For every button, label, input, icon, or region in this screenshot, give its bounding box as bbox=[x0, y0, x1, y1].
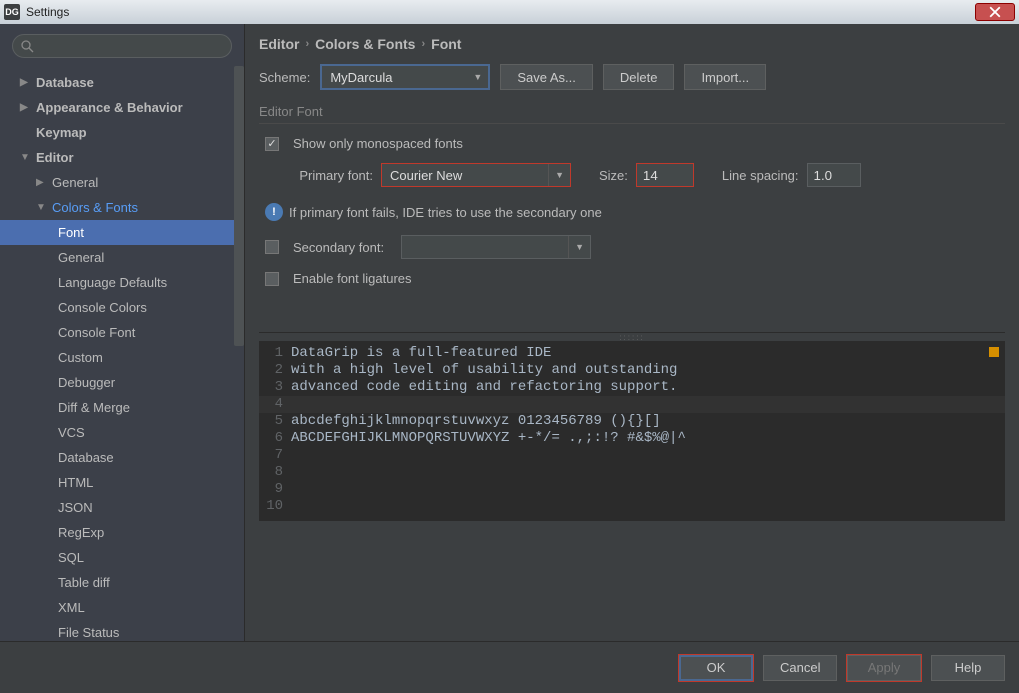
search-input[interactable] bbox=[12, 34, 232, 58]
preview-resize-handle[interactable]: :::::: bbox=[259, 333, 1005, 341]
tree-custom[interactable]: Custom bbox=[0, 345, 244, 370]
info-icon: ! bbox=[265, 203, 283, 221]
monospaced-checkbox[interactable] bbox=[265, 137, 279, 151]
editor-marker bbox=[989, 347, 999, 357]
settings-main: Editor› Colors & Fonts› Font Scheme: MyD… bbox=[245, 24, 1019, 641]
scheme-dropdown[interactable]: MyDarcula▼ bbox=[320, 64, 490, 90]
ligatures-label: Enable font ligatures bbox=[293, 271, 412, 286]
secondary-font-label: Secondary font: bbox=[293, 240, 393, 255]
tree-sql[interactable]: SQL bbox=[0, 545, 244, 570]
chevron-down-icon: ▼ bbox=[473, 72, 482, 82]
tree-language-defaults[interactable]: Language Defaults bbox=[0, 270, 244, 295]
editor-font-section: Editor Font bbox=[259, 104, 1005, 124]
dialog-footer: OK Cancel Apply Help bbox=[0, 641, 1019, 693]
app-icon: DG bbox=[4, 4, 20, 20]
secondary-font-checkbox[interactable] bbox=[265, 240, 279, 254]
ligatures-checkbox[interactable] bbox=[265, 272, 279, 286]
tree-regexp[interactable]: RegExp bbox=[0, 520, 244, 545]
chevron-down-icon: ▼ bbox=[548, 164, 564, 186]
cancel-button[interactable]: Cancel bbox=[763, 655, 837, 681]
settings-tree: ▶Database ▶Appearance & Behavior Keymap … bbox=[0, 66, 244, 641]
tree-html[interactable]: HTML bbox=[0, 470, 244, 495]
size-input[interactable] bbox=[636, 163, 694, 187]
tree-file-status[interactable]: File Status bbox=[0, 620, 244, 641]
tree-keymap[interactable]: Keymap bbox=[0, 120, 244, 145]
primary-font-label: Primary font: bbox=[265, 168, 373, 183]
search-icon bbox=[20, 39, 34, 56]
tree-diff-merge[interactable]: Diff & Merge bbox=[0, 395, 244, 420]
tree-console-colors[interactable]: Console Colors bbox=[0, 295, 244, 320]
tree-appearance[interactable]: ▶Appearance & Behavior bbox=[0, 95, 244, 120]
tree-database-cf[interactable]: Database bbox=[0, 445, 244, 470]
monospaced-label: Show only monospaced fonts bbox=[293, 136, 463, 151]
tree-console-font[interactable]: Console Font bbox=[0, 320, 244, 345]
tree-debugger[interactable]: Debugger bbox=[0, 370, 244, 395]
tree-general[interactable]: ▶General bbox=[0, 170, 244, 195]
help-button[interactable]: Help bbox=[931, 655, 1005, 681]
import-button[interactable]: Import... bbox=[684, 64, 766, 90]
window-title: Settings bbox=[26, 5, 69, 19]
save-as-button[interactable]: Save As... bbox=[500, 64, 593, 90]
tree-cf-general[interactable]: General bbox=[0, 245, 244, 270]
size-label: Size: bbox=[599, 168, 628, 183]
secondary-font-dropdown[interactable]: ▼ bbox=[401, 235, 591, 259]
delete-button[interactable]: Delete bbox=[603, 64, 675, 90]
tree-table-diff[interactable]: Table diff bbox=[0, 570, 244, 595]
primary-font-dropdown[interactable]: Courier New▼ bbox=[381, 163, 571, 187]
chevron-down-icon: ▼ bbox=[568, 236, 584, 258]
tree-editor[interactable]: ▼Editor bbox=[0, 145, 244, 170]
tree-font[interactable]: Font bbox=[0, 220, 244, 245]
window-close-button[interactable] bbox=[975, 3, 1015, 21]
ok-button[interactable]: OK bbox=[679, 655, 753, 681]
close-icon bbox=[989, 6, 1001, 18]
sidebar-scrollbar[interactable] bbox=[234, 66, 244, 346]
breadcrumb: Editor› Colors & Fonts› Font bbox=[259, 24, 1005, 64]
font-preview-editor[interactable]: 1DataGrip is a full-featured IDE 2with a… bbox=[259, 341, 1005, 521]
tree-database[interactable]: ▶Database bbox=[0, 70, 244, 95]
tree-colors-fonts[interactable]: ▼Colors & Fonts bbox=[0, 195, 244, 220]
scheme-label: Scheme: bbox=[259, 70, 310, 85]
settings-sidebar: ▶Database ▶Appearance & Behavior Keymap … bbox=[0, 24, 245, 641]
apply-button[interactable]: Apply bbox=[847, 655, 921, 681]
tree-json[interactable]: JSON bbox=[0, 495, 244, 520]
tree-vcs[interactable]: VCS bbox=[0, 420, 244, 445]
info-text: If primary font fails, IDE tries to use … bbox=[289, 205, 602, 220]
window-titlebar: DG Settings bbox=[0, 0, 1019, 24]
line-spacing-label: Line spacing: bbox=[722, 168, 799, 183]
line-spacing-input[interactable] bbox=[807, 163, 861, 187]
tree-xml[interactable]: XML bbox=[0, 595, 244, 620]
